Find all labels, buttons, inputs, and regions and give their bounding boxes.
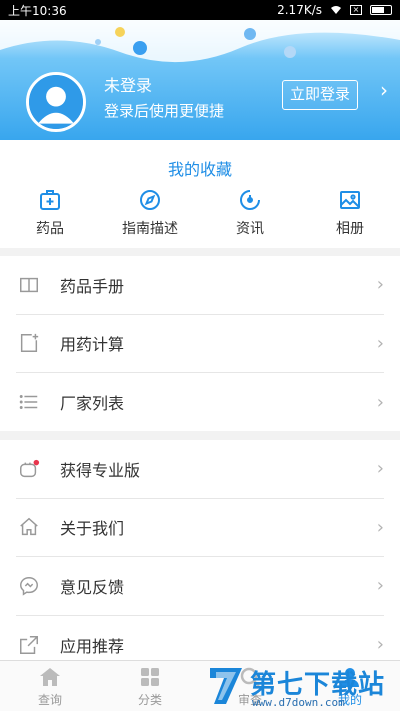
fav-label: 相册: [336, 221, 364, 237]
tab-label: 分类: [137, 693, 162, 707]
calculator-icon: [20, 334, 39, 353]
fav-item-photo[interactable]: 相册: [300, 188, 400, 238]
status-bar: 上午10:36 2.17K/s ×: [0, 0, 400, 20]
wifi-icon: [331, 6, 341, 14]
book-icon: [20, 277, 38, 292]
grid-tab-icon: [141, 668, 159, 686]
menu-item-feedback[interactable]: 意见反馈 ›: [16, 557, 384, 616]
tab-category[interactable]: 分类: [100, 661, 200, 711]
fav-label: 资讯: [236, 221, 264, 237]
medicine-box-icon: [40, 190, 60, 210]
chevron-right-icon: ›: [376, 516, 384, 538]
news-icon: [240, 190, 260, 210]
profile-header[interactable]: 未登录 登录后使用更便捷 立即登录 ›: [0, 20, 400, 140]
user-placeholder-icon: [29, 75, 83, 129]
chevron-right-icon: ›: [376, 634, 384, 656]
menu-label: 药品手册: [60, 276, 125, 296]
compass-icon: [140, 190, 160, 210]
feedback-icon: [20, 576, 38, 596]
login-button[interactable]: 立即登录: [282, 80, 358, 110]
watermark-logo-icon: [210, 668, 242, 704]
battery-icon: [370, 5, 392, 15]
menu-label: 应用推荐: [60, 636, 125, 656]
menu-label: 关于我们: [60, 519, 125, 539]
list-icon: [19, 395, 38, 410]
menu-label: 厂家列表: [60, 394, 125, 414]
favorites-title: 我的收藏: [167, 160, 232, 179]
fav-label: 指南描述: [122, 221, 178, 237]
network-speed: 2.17K/s: [277, 3, 322, 17]
fav-item-medicine[interactable]: 药品: [0, 188, 100, 238]
menu-label: 获得专业版: [60, 460, 141, 480]
watermark-url: www.d7down.com: [252, 696, 345, 709]
sim-icon: ×: [350, 5, 362, 15]
home-icon: [20, 518, 38, 536]
menu-item-get-pro[interactable]: 获得专业版 ›: [16, 440, 384, 499]
menu-item-manufacturers[interactable]: 厂家列表 ›: [16, 373, 384, 432]
watermark: 第七下载站 www.d7down.com: [206, 662, 400, 711]
tab-query[interactable]: 查询: [0, 661, 100, 711]
chevron-right-icon: ›: [376, 458, 384, 480]
menu-label: 意见反馈: [60, 577, 125, 597]
menu-item-dose-calc[interactable]: 用药计算 ›: [16, 315, 384, 373]
user-subtitle: 登录后使用更便捷: [104, 102, 225, 120]
decorative-wave: [0, 20, 400, 63]
pro-icon: [20, 459, 40, 477]
chevron-right-icon[interactable]: ›: [380, 78, 388, 102]
user-name: 未登录: [104, 76, 153, 95]
share-icon: [20, 635, 38, 654]
chevron-right-icon: ›: [376, 274, 384, 296]
status-right: 2.17K/s ×: [277, 3, 392, 17]
fav-item-guide[interactable]: 指南描述: [100, 188, 200, 238]
chevron-right-icon: ›: [376, 575, 384, 597]
home-tab-icon: [40, 668, 60, 686]
menu-item-drug-handbook[interactable]: 药品手册 ›: [16, 256, 384, 315]
menu-group-general: 获得专业版 › 关于我们 › 意见反馈 › 应用推荐 ›: [0, 440, 400, 660]
chevron-right-icon: ›: [376, 391, 384, 413]
menu-label: 用药计算: [60, 335, 125, 355]
photo-icon: [340, 191, 360, 209]
chevron-right-icon: ›: [376, 332, 384, 354]
avatar[interactable]: [26, 72, 86, 132]
menu-group-tools: 药品手册 › 用药计算 › 厂家列表 ›: [0, 256, 400, 431]
menu-item-about[interactable]: 关于我们 ›: [16, 499, 384, 557]
fav-label: 药品: [36, 221, 64, 237]
tab-label: 查询: [37, 693, 62, 707]
favorites-section: 我的收藏 药品 指南描述 资讯 相册: [0, 140, 400, 248]
status-time: 上午10:36: [8, 3, 67, 18]
fav-item-news[interactable]: 资讯: [200, 188, 300, 238]
